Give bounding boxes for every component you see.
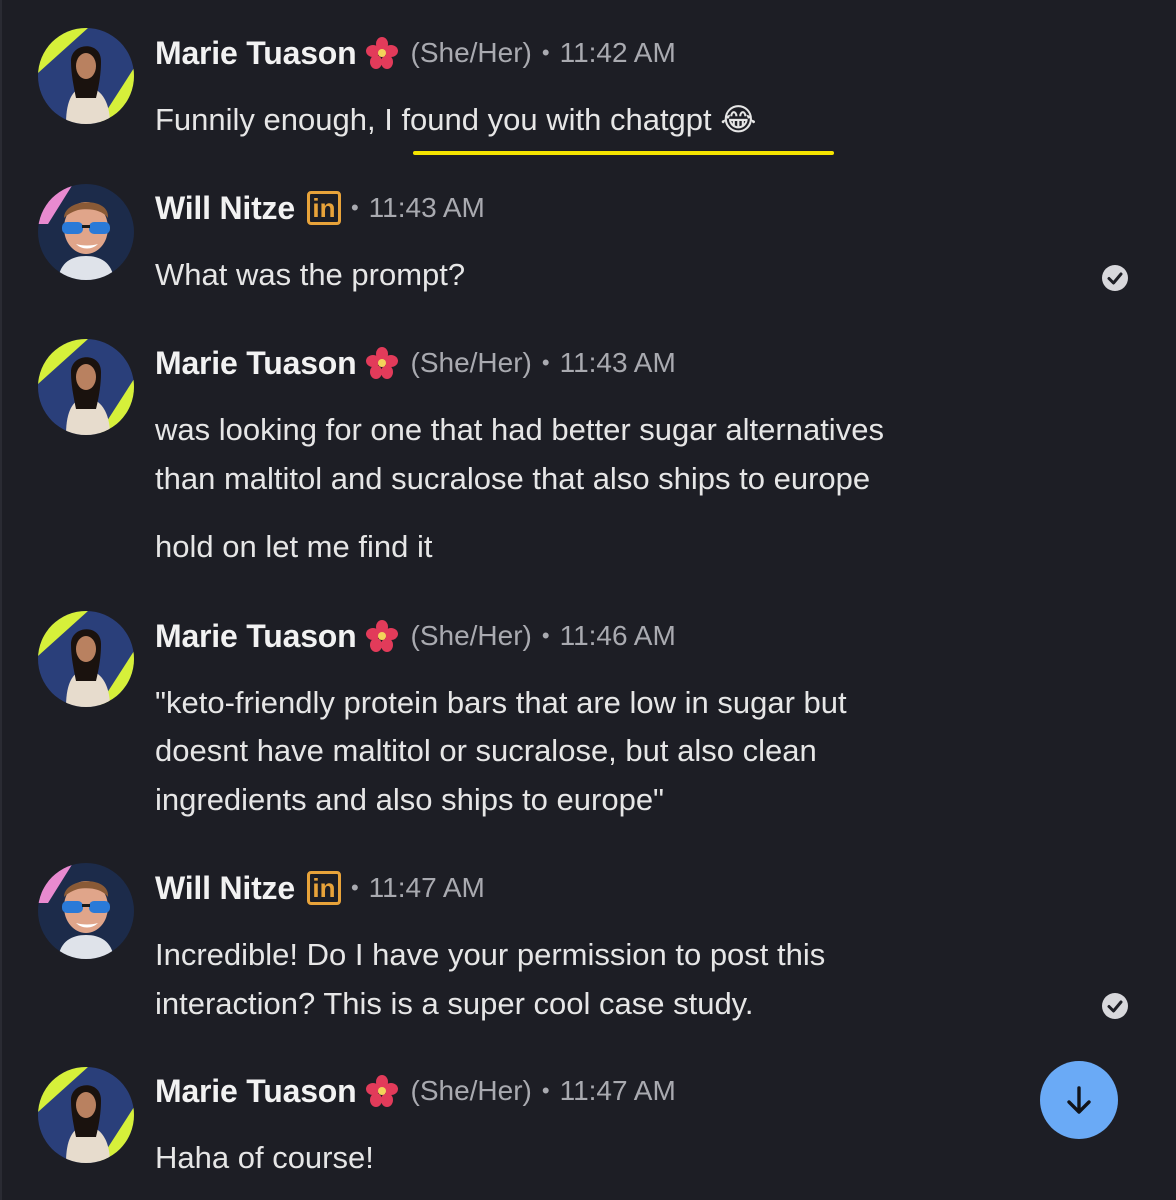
timestamp: 11:42 AM <box>559 37 676 68</box>
message-text: ingredients and also ships to europe" <box>155 782 665 817</box>
avatar-marie[interactable] <box>38 1067 134 1163</box>
author-name[interactable]: Will Nitze <box>155 870 295 907</box>
read-receipt-icon <box>1102 265 1128 291</box>
message-text: Haha of course! <box>155 1140 374 1175</box>
message-header: Will Nitze in • 11:43 AM <box>155 188 485 228</box>
pronouns: (She/Her) <box>410 347 532 378</box>
author-name[interactable]: Marie Tuason <box>155 1073 357 1110</box>
pronouns: (She/Her) <box>410 37 532 68</box>
separator-dot: • <box>350 195 359 220</box>
scroll-to-bottom-button[interactable] <box>1040 1061 1118 1139</box>
pronouns: (She/Her) <box>410 620 532 651</box>
separator-dot: • <box>541 1078 550 1103</box>
message-text: than maltitol and sucralose that also sh… <box>155 461 871 496</box>
hibiscus-icon <box>365 346 399 380</box>
timestamp: 11:46 AM <box>559 620 676 651</box>
separator-dot: • <box>350 875 359 900</box>
avatar-will[interactable] <box>38 184 134 280</box>
read-receipt-icon <box>1102 993 1128 1019</box>
message-text: Funnily enough, I found you with chatgpt… <box>155 102 757 137</box>
separator-dot: • <box>541 350 550 375</box>
hibiscus-icon <box>365 36 399 70</box>
timestamp: 11:43 AM <box>368 192 485 223</box>
message-text: interaction? This is a super cool case s… <box>155 986 754 1021</box>
message-header: Will Nitze in • 11:47 AM <box>155 868 485 908</box>
message-header: Marie Tuason (She/Her) • 11:42 AM <box>155 33 676 73</box>
hibiscus-icon <box>365 1074 399 1108</box>
avatar-marie[interactable] <box>38 339 134 435</box>
avatar-marie[interactable] <box>38 611 134 707</box>
separator-dot: • <box>541 40 550 65</box>
message-text: doesnt have maltitol or sucralose, but a… <box>155 733 817 768</box>
author-name[interactable]: Will Nitze <box>155 190 295 227</box>
message-text: What was the prompt? <box>155 257 466 292</box>
timestamp: 11:47 AM <box>368 872 485 903</box>
message-text: hold on let me find it <box>155 529 433 564</box>
message-header: Marie Tuason (She/Her) • 11:47 AM <box>155 1071 676 1111</box>
message-text: was looking for one that had better suga… <box>155 412 884 447</box>
message-header: Marie Tuason (She/Her) • 11:43 AM <box>155 343 676 383</box>
linkedin-icon: in <box>306 191 341 225</box>
message-text: Incredible! Do I have your permission to… <box>155 937 826 972</box>
author-name[interactable]: Marie Tuason <box>155 35 357 72</box>
highlight-underline <box>413 151 834 155</box>
author-name[interactable]: Marie Tuason <box>155 345 357 382</box>
chat-thread: Marie Tuason (She/Her) • 11:42 AM Funnil… <box>0 0 1176 1200</box>
avatar-marie[interactable] <box>38 28 134 124</box>
hibiscus-icon <box>365 619 399 653</box>
timestamp: 11:47 AM <box>559 1075 676 1106</box>
avatar-will[interactable] <box>38 863 134 959</box>
linkedin-icon: in <box>306 871 341 905</box>
message-header: Marie Tuason (She/Her) • 11:46 AM <box>155 616 676 656</box>
separator-dot: • <box>541 623 550 648</box>
message-text: "keto-friendly protein bars that are low… <box>155 685 847 720</box>
author-name[interactable]: Marie Tuason <box>155 618 357 655</box>
arrow-down-icon <box>1067 1086 1091 1114</box>
timestamp: 11:43 AM <box>559 347 676 378</box>
pronouns: (She/Her) <box>410 1075 532 1106</box>
